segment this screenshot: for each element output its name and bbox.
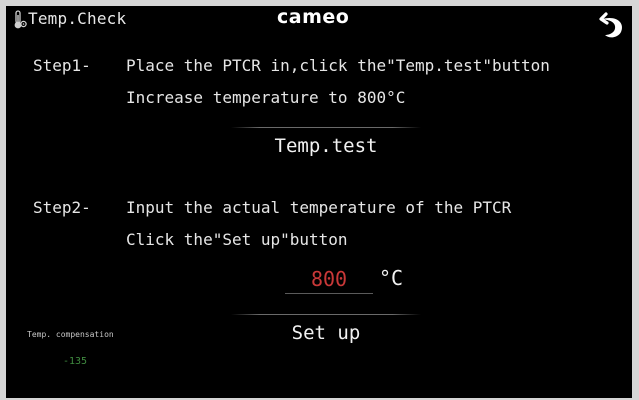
temperature-value: 800 [310,267,348,291]
set-up-button[interactable]: Set up [231,314,421,350]
brand-logo: cameo [277,6,350,28]
step2-instruction-2: Click the"Set up"button [126,230,348,249]
step2-instruction-1: Input the actual temperature of the PTCR [126,198,512,217]
button-top-border [231,127,421,128]
temp-test-button-label: Temp.test [274,135,378,157]
thermometer-gear-icon [14,10,27,29]
input-underline [285,293,373,294]
temp-check-screen: Temp.Check cameo Step1- Place the PTCR i… [6,6,632,398]
actual-temperature-input[interactable]: 800 [285,264,373,294]
title-bar: Temp.Check cameo [6,6,632,38]
button-top-border [231,314,421,315]
temperature-unit: °C [379,266,404,290]
step1-instruction-1: Place the PTCR in,click the"Temp.test"bu… [126,56,550,75]
step1-label: Step1- [33,56,91,75]
temp-compensation-label: Temp. compensation [27,330,114,339]
step2-label: Step2- [33,198,91,217]
set-up-button-label: Set up [291,322,361,344]
temp-test-button[interactable]: Temp.test [231,127,421,163]
back-button[interactable] [597,8,629,42]
step1-instruction-2: Increase temperature to 800°C [126,88,406,107]
page-title: Temp.Check [28,9,127,28]
temp-compensation-value: -135 [63,356,88,367]
back-arrow-icon [599,12,623,38]
